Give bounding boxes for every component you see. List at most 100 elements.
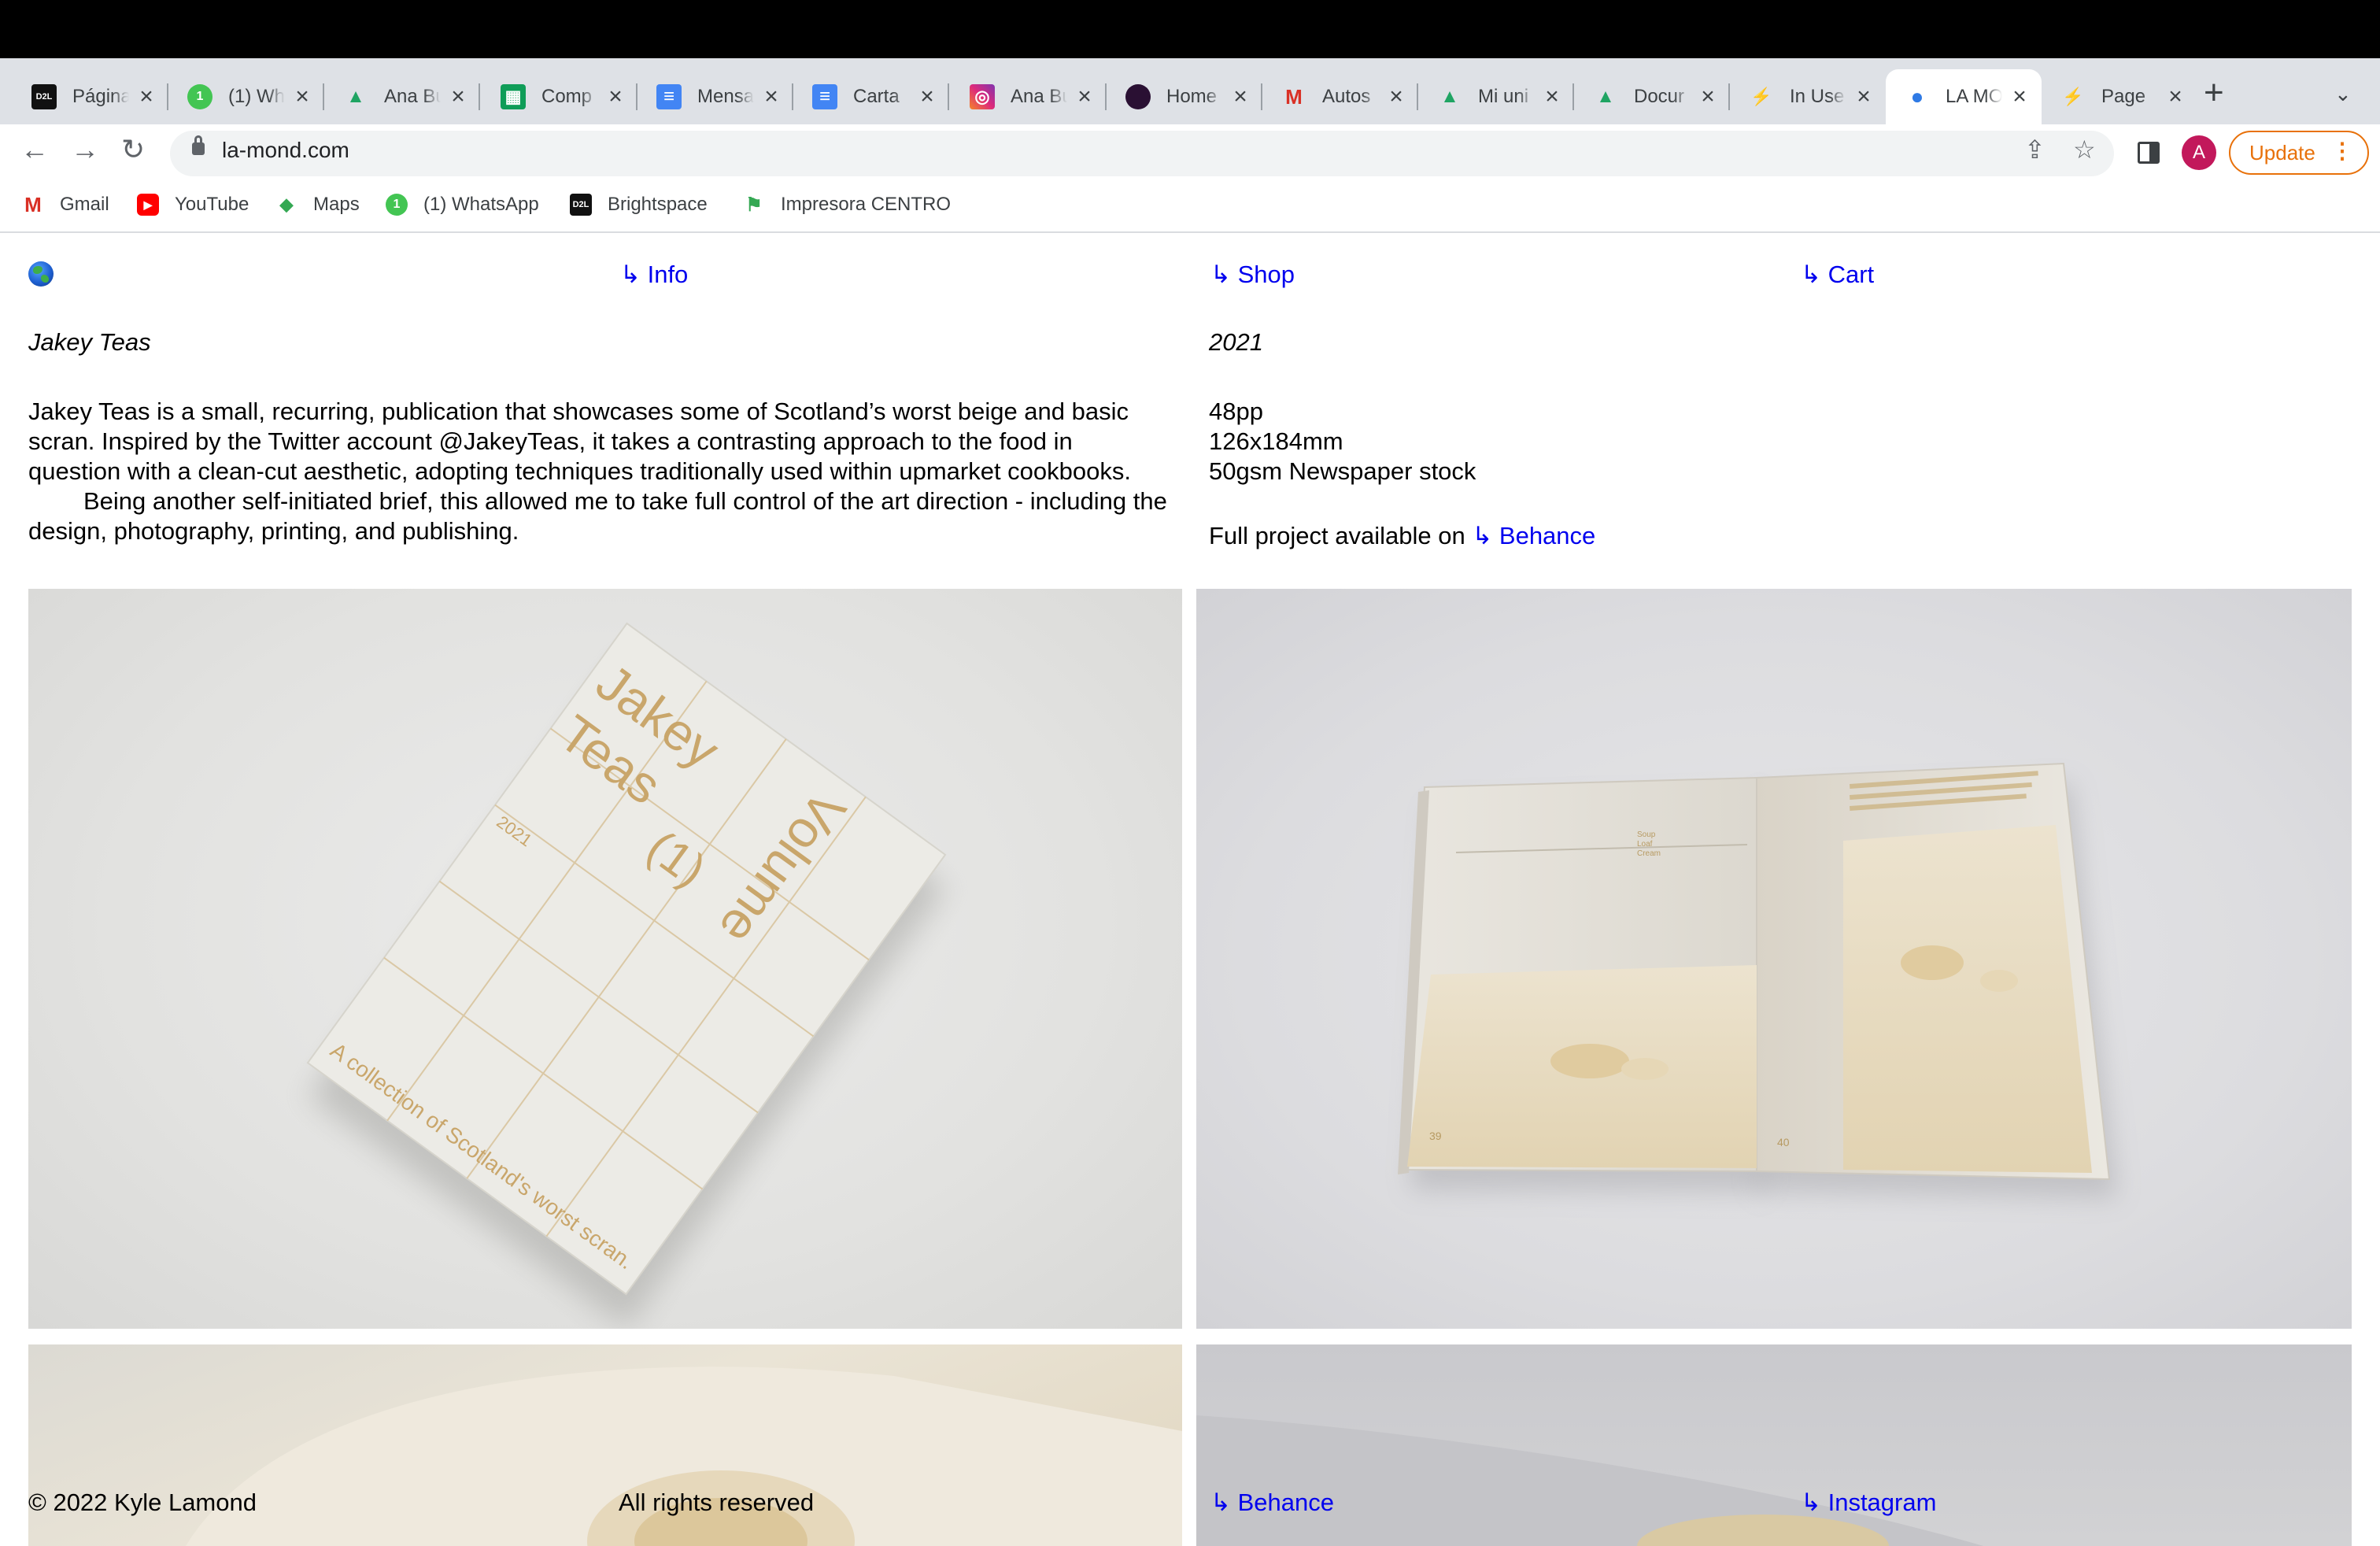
- bookmark-item[interactable]: ◆ Maps: [275, 194, 360, 216]
- browser-tab[interactable]: ▲ Mi uni ×: [1418, 69, 1574, 124]
- close-tab-icon[interactable]: ×: [447, 85, 469, 109]
- youtube-icon: ▶: [137, 194, 159, 216]
- bolt-icon: ⚡: [2062, 87, 2084, 106]
- google-drive-icon: ▲: [346, 86, 365, 107]
- tab-title: Carta: [853, 86, 900, 107]
- new-tab-button[interactable]: +: [2204, 76, 2224, 110]
- share-icon[interactable]: ⇪: [2024, 137, 2046, 162]
- bookmark-item[interactable]: M Gmail: [22, 193, 109, 216]
- tab-title: Page: [2101, 86, 2146, 107]
- spread-heading-line2: Loaf: [1637, 840, 1653, 849]
- address-bar[interactable]: [170, 131, 2114, 176]
- tab-title: (1) Wh: [228, 86, 285, 107]
- close-tab-icon[interactable]: ×: [1074, 85, 1096, 109]
- side-panel-icon[interactable]: [2138, 142, 2160, 164]
- update-label: Update: [2249, 140, 2315, 165]
- spread-page-left: 39: [1429, 1130, 1442, 1142]
- detail-illustration-right: [1196, 1415, 1983, 1546]
- browser-tab[interactable]: ≡ Mensa ×: [638, 69, 793, 124]
- tab-title: Página: [72, 86, 129, 107]
- close-tab-icon[interactable]: ×: [1541, 85, 1563, 109]
- tab-title: LA MO: [1946, 86, 2002, 107]
- bookmark-item[interactable]: ▶ YouTube: [137, 194, 249, 216]
- detail-photo-right: [1196, 1344, 2352, 1546]
- spec-stock: 50gsm Newspaper stock: [1209, 457, 1476, 485]
- close-tab-icon[interactable]: ×: [604, 85, 626, 109]
- tab-separator: [479, 83, 480, 110]
- footer-instagram-link[interactable]: ↳ Instagram: [1801, 1488, 1936, 1518]
- tab-separator: [948, 83, 949, 110]
- update-button[interactable]: Update ⋮: [2229, 131, 2369, 175]
- browser-tab[interactable]: D2L Página ×: [13, 69, 168, 124]
- behance-project-link[interactable]: ↳ Behance: [1472, 522, 1595, 549]
- description-paragraph-1: Jakey Teas is a small, recurring, public…: [28, 398, 1131, 485]
- close-tab-icon[interactable]: ×: [760, 85, 782, 109]
- bookmark-item[interactable]: ⚑ Impresora CENTRO: [743, 194, 951, 216]
- footer-rights: All rights reserved: [619, 1489, 815, 1516]
- google-docs-icon: ≡: [812, 84, 837, 109]
- google-sheets-icon: ▦: [501, 84, 526, 109]
- footer-behance-link[interactable]: ↳ Behance: [1210, 1488, 1334, 1518]
- close-tab-icon[interactable]: ×: [1853, 85, 1875, 109]
- forward-arrow-icon[interactable]: →: [71, 135, 99, 164]
- os-menu-bar: [0, 0, 2380, 58]
- browser-tab[interactable]: ≡ Carta ×: [793, 69, 949, 124]
- nav-cart-link[interactable]: ↳ Cart: [1801, 260, 1874, 290]
- browser-tab[interactable]: M Autos ×: [1262, 69, 1418, 124]
- globe-icon[interactable]: [28, 261, 54, 287]
- url-text[interactable]: la-mond.com: [222, 138, 349, 163]
- flag-icon: ⚑: [745, 194, 763, 216]
- bookmark-label: YouTube: [175, 194, 249, 215]
- lock-icon[interactable]: [192, 135, 205, 155]
- bookmark-item[interactable]: D2L Brightspace: [570, 194, 708, 216]
- spread-heading-line3: Cream: [1637, 849, 1661, 858]
- spread-heading-line1: Soup: [1637, 830, 1656, 839]
- browser-tab[interactable]: ◎ Ana Bu ×: [951, 69, 1107, 124]
- nav-shop-link[interactable]: ↳ Shop: [1210, 260, 1295, 290]
- cover-illustration: Jakey Teas (1) 2021 A collection of Scot…: [306, 622, 947, 1328]
- close-tab-icon[interactable]: ×: [916, 85, 938, 109]
- browser-tab[interactable]: ⚡ Page ×: [2042, 69, 2197, 124]
- bookmark-label: Gmail: [60, 194, 109, 215]
- tab-title: Autos: [1322, 86, 1371, 107]
- close-tab-icon[interactable]: ×: [1697, 85, 1719, 109]
- profile-avatar[interactable]: A: [2182, 135, 2216, 170]
- close-tab-icon[interactable]: ×: [135, 85, 157, 109]
- google-drive-icon: ▲: [1440, 86, 1459, 107]
- browser-tab[interactable]: ▲ Ana Bu ×: [324, 69, 480, 124]
- back-arrow-icon[interactable]: ←: [20, 135, 49, 164]
- close-tab-icon[interactable]: ×: [1229, 85, 1251, 109]
- close-tab-icon[interactable]: ×: [291, 85, 313, 109]
- close-tab-icon[interactable]: ×: [2164, 85, 2186, 109]
- whatsapp-icon: 1: [187, 84, 213, 109]
- bolt-icon: ⚡: [1750, 87, 1772, 106]
- bookmark-label: Brightspace: [608, 194, 708, 215]
- globe-icon: ●: [1910, 84, 1924, 109]
- bookmark-star-icon[interactable]: ☆: [2073, 137, 2096, 162]
- nav-info-link[interactable]: ↳ Info: [620, 260, 688, 290]
- footer-copyright: © 2022 Kyle Lamond: [28, 1489, 257, 1516]
- tab-strip: D2L Página × 1 (1) Wh × ▲ Ana Bu × ▦ Comp × ≡ Mensa × ≡…: [0, 58, 2380, 124]
- d2l-icon: D2L: [570, 194, 592, 216]
- bookmark-label: Maps: [313, 194, 360, 215]
- browser-tab[interactable]: ▲ Docur ×: [1574, 69, 1730, 124]
- spread-photo: Soup Loaf Cream 39 40: [1196, 589, 2352, 1329]
- google-docs-icon: ≡: [656, 84, 682, 109]
- spec-size: 126x184mm: [1209, 427, 1343, 455]
- reload-icon[interactable]: ↻: [121, 135, 145, 164]
- tab-title: Docur: [1634, 86, 1685, 107]
- close-tab-icon[interactable]: ×: [1385, 85, 1407, 109]
- bookmark-item[interactable]: 1 (1) WhatsApp: [386, 194, 539, 216]
- close-tab-icon[interactable]: ×: [2009, 85, 2031, 109]
- browser-tab[interactable]: Home ×: [1107, 69, 1262, 124]
- dark-circle-icon: [1125, 84, 1151, 109]
- d2l-icon: D2L: [31, 84, 57, 109]
- browser-tab[interactable]: ▦ Comp ×: [482, 69, 638, 124]
- browser-tab[interactable]: ⚡ In Use ×: [1730, 69, 1886, 124]
- tab-search-chevron-icon[interactable]: ⌄: [2334, 82, 2352, 106]
- browser-tab[interactable]: ● LA MO ×: [1886, 69, 2042, 124]
- spec-pages: 48pp: [1209, 398, 1263, 425]
- bookmark-label: (1) WhatsApp: [423, 194, 539, 215]
- browser-tab[interactable]: 1 (1) Wh ×: [168, 69, 324, 124]
- project-year: 2021: [1209, 328, 1263, 356]
